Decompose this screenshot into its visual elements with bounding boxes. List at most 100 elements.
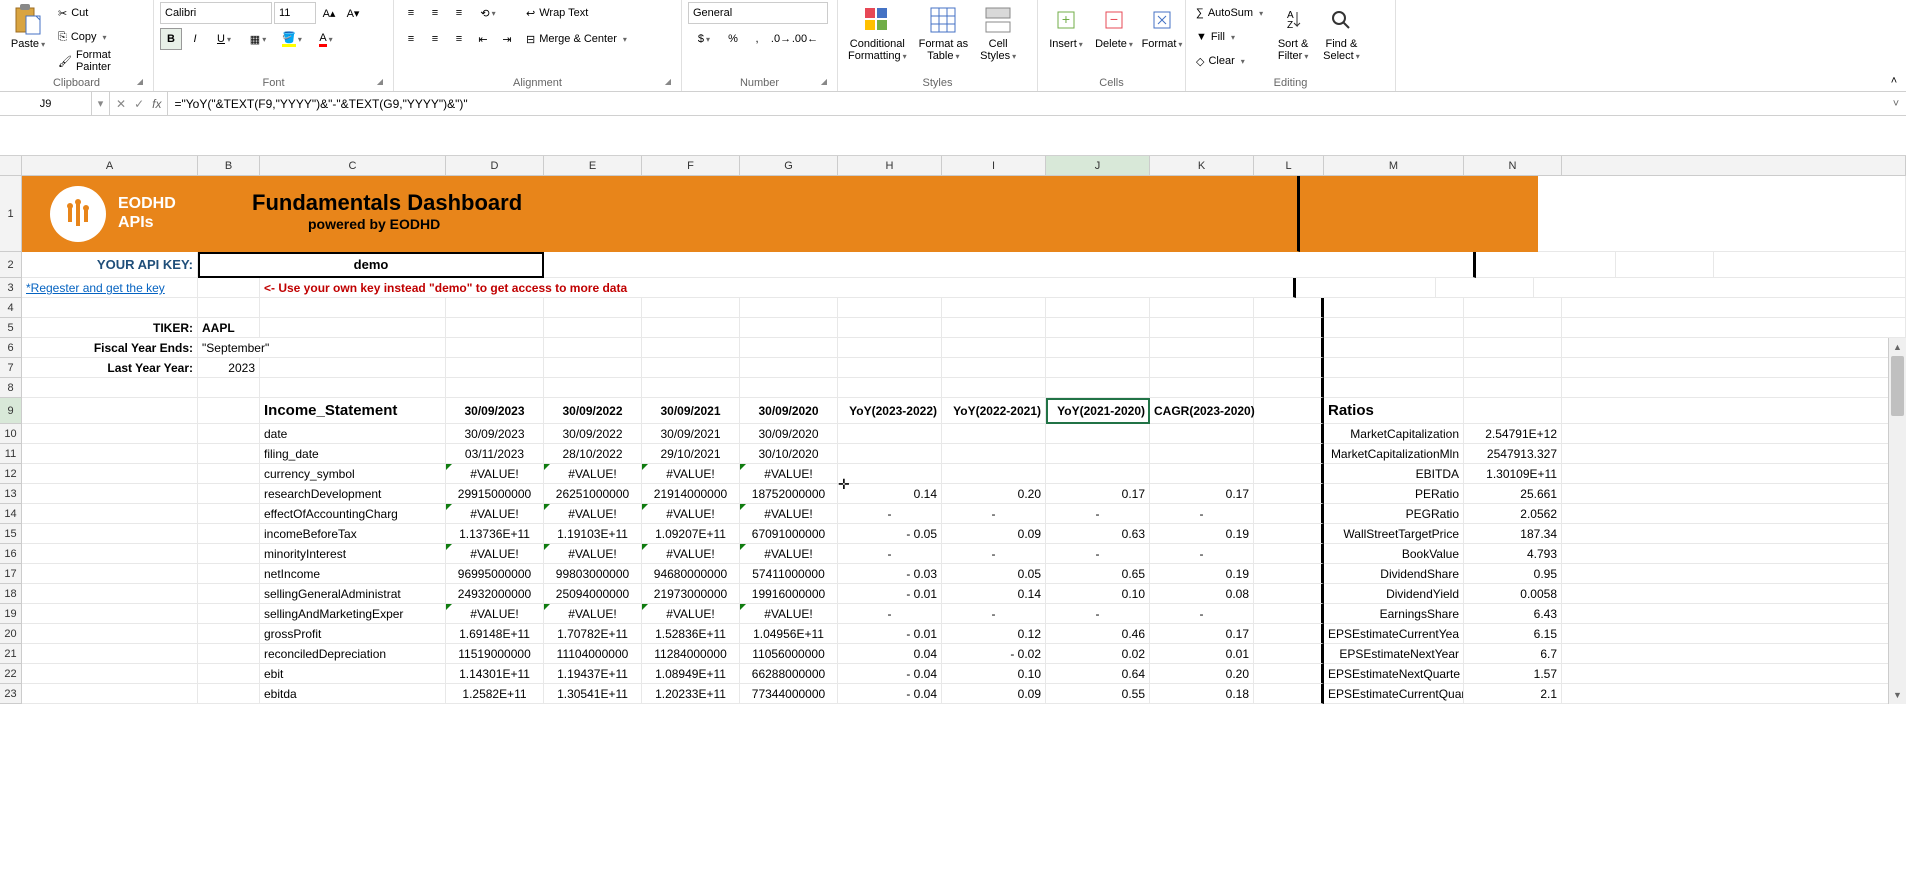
paste-button[interactable]: Paste▾ <box>6 2 50 52</box>
metric-value[interactable]: 30/09/2022 <box>544 424 642 444</box>
date-header[interactable]: 30/09/2020 <box>740 398 838 424</box>
metric-value[interactable]: 1.09207E+11 <box>642 524 740 544</box>
enter-formula-button[interactable]: ✓ <box>134 97 144 111</box>
metric-label[interactable]: date <box>260 424 446 444</box>
api-key-cell[interactable]: demo <box>198 252 544 278</box>
cagr-value[interactable]: - <box>1150 504 1254 524</box>
orientation-button[interactable]: ⟲▾ <box>472 2 504 24</box>
yoy-value[interactable] <box>942 444 1046 464</box>
column-header[interactable]: M <box>1324 156 1464 175</box>
warning-text[interactable]: <- Use your own key instead "demo" to ge… <box>260 278 1296 298</box>
metric-value[interactable]: 30/09/2020 <box>740 424 838 444</box>
ratio-label[interactable]: WallStreetTargetPrice <box>1324 524 1464 544</box>
scroll-up-button[interactable]: ▲ <box>1889 338 1906 356</box>
bold-button[interactable]: B <box>160 28 182 50</box>
metric-value[interactable]: 29915000000 <box>446 484 544 504</box>
column-header[interactable]: L <box>1254 156 1324 175</box>
ratio-value[interactable]: 6.7 <box>1464 644 1562 664</box>
metric-value[interactable]: 30/09/2023 <box>446 424 544 444</box>
column-header[interactable]: H <box>838 156 942 175</box>
column-header[interactable]: A <box>22 156 198 175</box>
row-header[interactable]: 3 <box>0 278 22 298</box>
metric-value[interactable]: 26251000000 <box>544 484 642 504</box>
ratio-value[interactable]: 2.0562 <box>1464 504 1562 524</box>
scroll-down-button[interactable]: ▼ <box>1889 686 1906 704</box>
comma-button[interactable]: , <box>746 28 768 50</box>
number-format-select[interactable] <box>688 2 828 24</box>
fx-icon[interactable]: fx <box>152 97 161 111</box>
metric-value[interactable]: #VALUE! <box>642 544 740 564</box>
ticker-value[interactable]: AAPL <box>198 318 260 338</box>
yoy-value[interactable]: 0.09 <box>942 524 1046 544</box>
metric-value[interactable]: 1.69148E+11 <box>446 624 544 644</box>
metric-label[interactable]: ebit <box>260 664 446 684</box>
format-as-table-button[interactable]: Format as Table▾ <box>915 2 973 64</box>
metric-value[interactable]: 29/10/2021 <box>642 444 740 464</box>
register-link[interactable]: *Regester and get the key <box>22 278 198 298</box>
row-header[interactable]: 16 <box>0 544 22 564</box>
metric-value[interactable]: 1.52836E+11 <box>642 624 740 644</box>
ticker-label[interactable]: TIKER: <box>22 318 198 338</box>
metric-label[interactable]: effectOfAccountingCharg <box>260 504 446 524</box>
metric-value[interactable]: #VALUE! <box>642 504 740 524</box>
ratio-label[interactable]: EBITDA <box>1324 464 1464 484</box>
yoy-value[interactable]: - <box>1046 504 1150 524</box>
row-header[interactable]: 19 <box>0 604 22 624</box>
metric-value[interactable]: 25094000000 <box>544 584 642 604</box>
column-header[interactable]: F <box>642 156 740 175</box>
find-select-button[interactable]: Find & Select▾ <box>1319 2 1364 64</box>
ratio-label[interactable]: EPSEstimateNextYear <box>1324 644 1464 664</box>
increase-font-button[interactable]: A▴ <box>318 2 340 24</box>
metric-value[interactable]: #VALUE! <box>446 604 544 624</box>
metric-value[interactable]: #VALUE! <box>642 464 740 484</box>
row-header[interactable]: 7 <box>0 358 22 378</box>
align-right-button[interactable]: ≡ <box>448 28 470 50</box>
ratio-value[interactable]: 2.1 <box>1464 684 1562 704</box>
ratio-value[interactable]: 25.661 <box>1464 484 1562 504</box>
cut-button[interactable]: ✂ Cut <box>54 2 147 24</box>
row-header[interactable]: 2 <box>0 252 22 278</box>
metric-value[interactable]: 30/10/2020 <box>740 444 838 464</box>
yoy-value[interactable]: 0.17 <box>1046 484 1150 504</box>
yoy-value[interactable]: - <box>838 544 942 564</box>
column-header[interactable]: E <box>544 156 642 175</box>
cagr-value[interactable]: 0.20 <box>1150 664 1254 684</box>
ratio-label[interactable]: DividendYield <box>1324 584 1464 604</box>
metric-value[interactable]: #VALUE! <box>544 504 642 524</box>
conditional-formatting-button[interactable]: Conditional Formatting▾ <box>844 2 911 64</box>
ratio-value[interactable]: 1.57 <box>1464 664 1562 684</box>
yoy-value[interactable]: 0.14 <box>942 584 1046 604</box>
fye-value[interactable]: "September" <box>198 338 446 358</box>
align-left-button[interactable]: ≡ <box>400 28 422 50</box>
yoy-value[interactable]: - 0.05 <box>838 524 942 544</box>
format-painter-button[interactable]: 🖌 Format Painter <box>54 50 147 72</box>
percent-button[interactable]: % <box>722 28 744 50</box>
row-header[interactable]: 12 <box>0 464 22 484</box>
metric-value[interactable]: #VALUE! <box>446 544 544 564</box>
metric-label[interactable]: minorityInterest <box>260 544 446 564</box>
metric-value[interactable]: 19916000000 <box>740 584 838 604</box>
clear-button[interactable]: ◇Clear▾ <box>1192 50 1267 72</box>
ratio-label[interactable]: PERatio <box>1324 484 1464 504</box>
column-header[interactable]: I <box>942 156 1046 175</box>
cancel-formula-button[interactable]: ✕ <box>116 97 126 111</box>
metric-value[interactable]: 94680000000 <box>642 564 740 584</box>
align-center-button[interactable]: ≡ <box>424 28 446 50</box>
yoy-value[interactable] <box>838 464 942 484</box>
yoy-value[interactable]: - 0.03 <box>838 564 942 584</box>
formula-input[interactable] <box>168 92 1886 115</box>
align-bottom-button[interactable]: ≡ <box>448 2 470 24</box>
metric-value[interactable]: 77344000000 <box>740 684 838 704</box>
row-header[interactable]: 23 <box>0 684 22 704</box>
ratio-value[interactable]: 2547913.327 <box>1464 444 1562 464</box>
ratio-label[interactable]: MarketCapitalizationMln <box>1324 444 1464 464</box>
metric-value[interactable]: 28/10/2022 <box>544 444 642 464</box>
cagr-value[interactable]: 0.08 <box>1150 584 1254 604</box>
yoy-value[interactable]: 0.04 <box>838 644 942 664</box>
ratio-label[interactable]: DividendShare <box>1324 564 1464 584</box>
metric-value[interactable]: 1.70782E+11 <box>544 624 642 644</box>
ratio-label[interactable]: MarketCapitalization <box>1324 424 1464 444</box>
metric-value[interactable]: 11104000000 <box>544 644 642 664</box>
row-header[interactable]: 4 <box>0 298 22 318</box>
yoy-value[interactable]: - 0.01 <box>838 584 942 604</box>
